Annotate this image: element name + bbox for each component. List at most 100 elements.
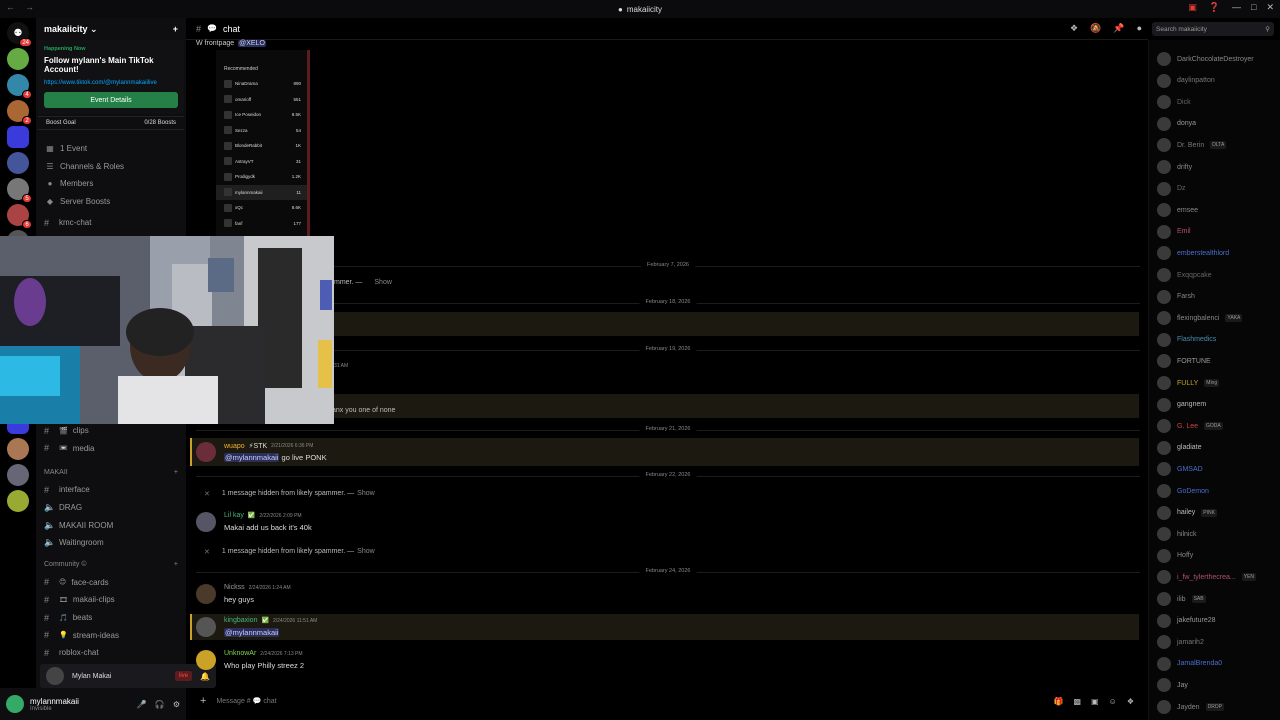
member-item[interactable]: Flashmedics [1157,331,1279,349]
show-link[interactable]: Show [374,279,392,286]
member-item[interactable]: Dick [1157,93,1279,111]
minimize-icon[interactable]: — [1232,2,1241,13]
member-item[interactable]: Exqqpcake [1157,266,1279,284]
event-link[interactable]: https://www.tiktok.com/@mylannmakaiilive [44,80,178,86]
member-item[interactable]: Emil [1157,223,1279,241]
author-name[interactable]: UnknowAr [224,650,256,657]
pin-icon[interactable]: 📌 [1113,23,1124,34]
member-item[interactable]: Hoffy [1157,547,1279,565]
category-community[interactable]: Community © + [36,556,186,574]
notification-bell-icon[interactable]: 🔕 [1090,23,1101,34]
channel-kmc-chat[interactable]: # kmc-chat [36,214,186,232]
server-icon[interactable]: 5 [7,178,32,203]
back-icon[interactable]: ← [6,2,15,12]
close-icon[interactable]: ✕ [1266,2,1274,13]
member-item[interactable]: Farsh [1157,288,1279,306]
member-item[interactable]: hilnick [1157,525,1279,543]
member-item[interactable]: FULLY Ming [1157,374,1279,392]
server-icon[interactable]: 6 [7,204,32,229]
member-item[interactable]: daylinpatton [1157,72,1279,90]
channel-makaii-clips[interactable]: # 🎞 makaii-clips [36,591,186,609]
member-item[interactable]: FORTUNE [1157,352,1279,370]
gift-icon[interactable]: 🎁 [1054,697,1064,706]
server-header[interactable]: makaiicity ⌄ + [36,18,186,40]
member-item[interactable]: jamarih2 [1157,633,1279,651]
avatar[interactable] [196,442,216,462]
channel-interface[interactable]: # interface [36,481,186,499]
close-icon[interactable]: ✕ [204,490,210,498]
server-icon[interactable]: 4 [7,74,32,99]
event-details-button[interactable]: Event Details [44,92,178,108]
close-icon[interactable]: ✕ [204,548,210,556]
show-link[interactable]: Show [357,490,375,498]
gif-icon[interactable]: ▩ [1074,697,1082,706]
category-makaii[interactable]: MAKAII + [36,463,186,481]
nav-arrows[interactable]: ← → [6,2,34,12]
emoji-icon[interactable]: ☺ [1109,697,1117,706]
server-icon[interactable] [7,438,29,460]
sidebar-item-events[interactable]: ▦ 1 Event [36,140,186,158]
member-item[interactable]: drifty [1157,158,1279,176]
gear-icon[interactable]: ⚙ [173,700,180,709]
member-item[interactable]: GMSAD [1157,460,1279,478]
maximize-icon[interactable]: □ [1251,2,1256,13]
channel-makaii-room[interactable]: 🔈 MAKAII ROOM [36,516,186,534]
channel-beats[interactable]: # 🎵 beats [36,609,186,627]
member-item[interactable]: Dz [1157,180,1279,198]
server-icon[interactable] [7,490,29,512]
avatar[interactable] [196,584,216,604]
threads-icon[interactable]: ❖ [1070,23,1078,34]
avatar[interactable] [6,695,24,713]
member-list-icon[interactable]: ● [1137,23,1142,34]
author-name[interactable]: kingbaxion [224,617,257,624]
member-item[interactable]: Jay [1157,676,1279,694]
username[interactable]: mylannmakaii [30,697,79,706]
member-item[interactable]: DarkChocolateDestroyer [1157,50,1279,68]
member-item[interactable]: ilib SAB [1157,590,1279,608]
server-icon[interactable] [7,152,29,174]
member-item[interactable]: donya [1157,115,1279,133]
member-item[interactable]: emsee [1157,201,1279,219]
help-icon[interactable]: ❓ [1209,2,1220,13]
image-embed[interactable]: Recommended NinaDrama 890 omarioff 551 Ice P… [216,50,310,240]
channel-media[interactable]: # 📼 media [36,440,186,458]
sidebar-item-server-boosts[interactable]: ◆ Server Boosts [36,193,186,211]
forward-icon[interactable]: → [25,2,34,12]
channel-waitingroom[interactable]: 🔈 Waitingroom [36,534,186,552]
member-item[interactable]: GoDemon [1157,482,1279,500]
show-link[interactable]: Show [357,548,375,556]
author-name[interactable]: Nickss [224,584,245,591]
apps-icon[interactable]: ❖ [1127,697,1134,706]
member-item[interactable]: gangnem [1157,396,1279,414]
server-icon[interactable]: 2 [7,100,32,125]
member-item[interactable]: Dr. Berin DLTA [1157,136,1279,154]
inbox-icon[interactable]: ▣ [1188,2,1197,13]
member-item[interactable]: hailey PINK [1157,504,1279,522]
avatar[interactable] [196,617,216,637]
server-icon[interactable] [7,48,29,70]
channel-face-cards[interactable]: # 😊 face-cards [36,574,186,592]
boost-goal[interactable]: Boost Goal 0/28 Boosts [38,116,184,130]
member-item[interactable]: jakefuture28 [1157,612,1279,630]
author-name[interactable]: wuapo [224,443,245,450]
add-channel-icon[interactable]: + [174,561,178,568]
member-item[interactable]: emberstealthlord [1157,244,1279,262]
add-user-icon[interactable]: + [173,24,178,34]
mention[interactable]: @mylannmakaii [224,453,280,462]
sidebar-item-members[interactable]: ● Members [36,175,186,193]
search-input[interactable]: Search makaiicity ⚲ [1152,22,1274,36]
headphones-icon[interactable]: 🎧 [155,700,165,709]
plus-icon[interactable]: + [200,695,206,707]
avatar[interactable] [196,650,216,670]
member-item[interactable]: i_fw_tylerthecrea... YEN [1157,568,1279,586]
microphone-icon[interactable]: 🎤 [137,700,147,709]
folder-icon[interactable] [7,126,29,148]
mention[interactable]: @mylannmakaii [224,628,280,637]
author-name[interactable]: Lil kay [224,512,244,519]
member-item[interactable]: Jayden DROP [1157,698,1279,716]
channel-clips[interactable]: # 🎬 clips [36,422,186,440]
avatar[interactable] [196,512,216,532]
sticker-icon[interactable]: ▣ [1091,697,1099,706]
message-composer[interactable]: + Message # 💬 chat 🎁 ▩ ▣ ☺ ❖ [190,690,1144,712]
member-item[interactable]: gladiate [1157,439,1279,457]
